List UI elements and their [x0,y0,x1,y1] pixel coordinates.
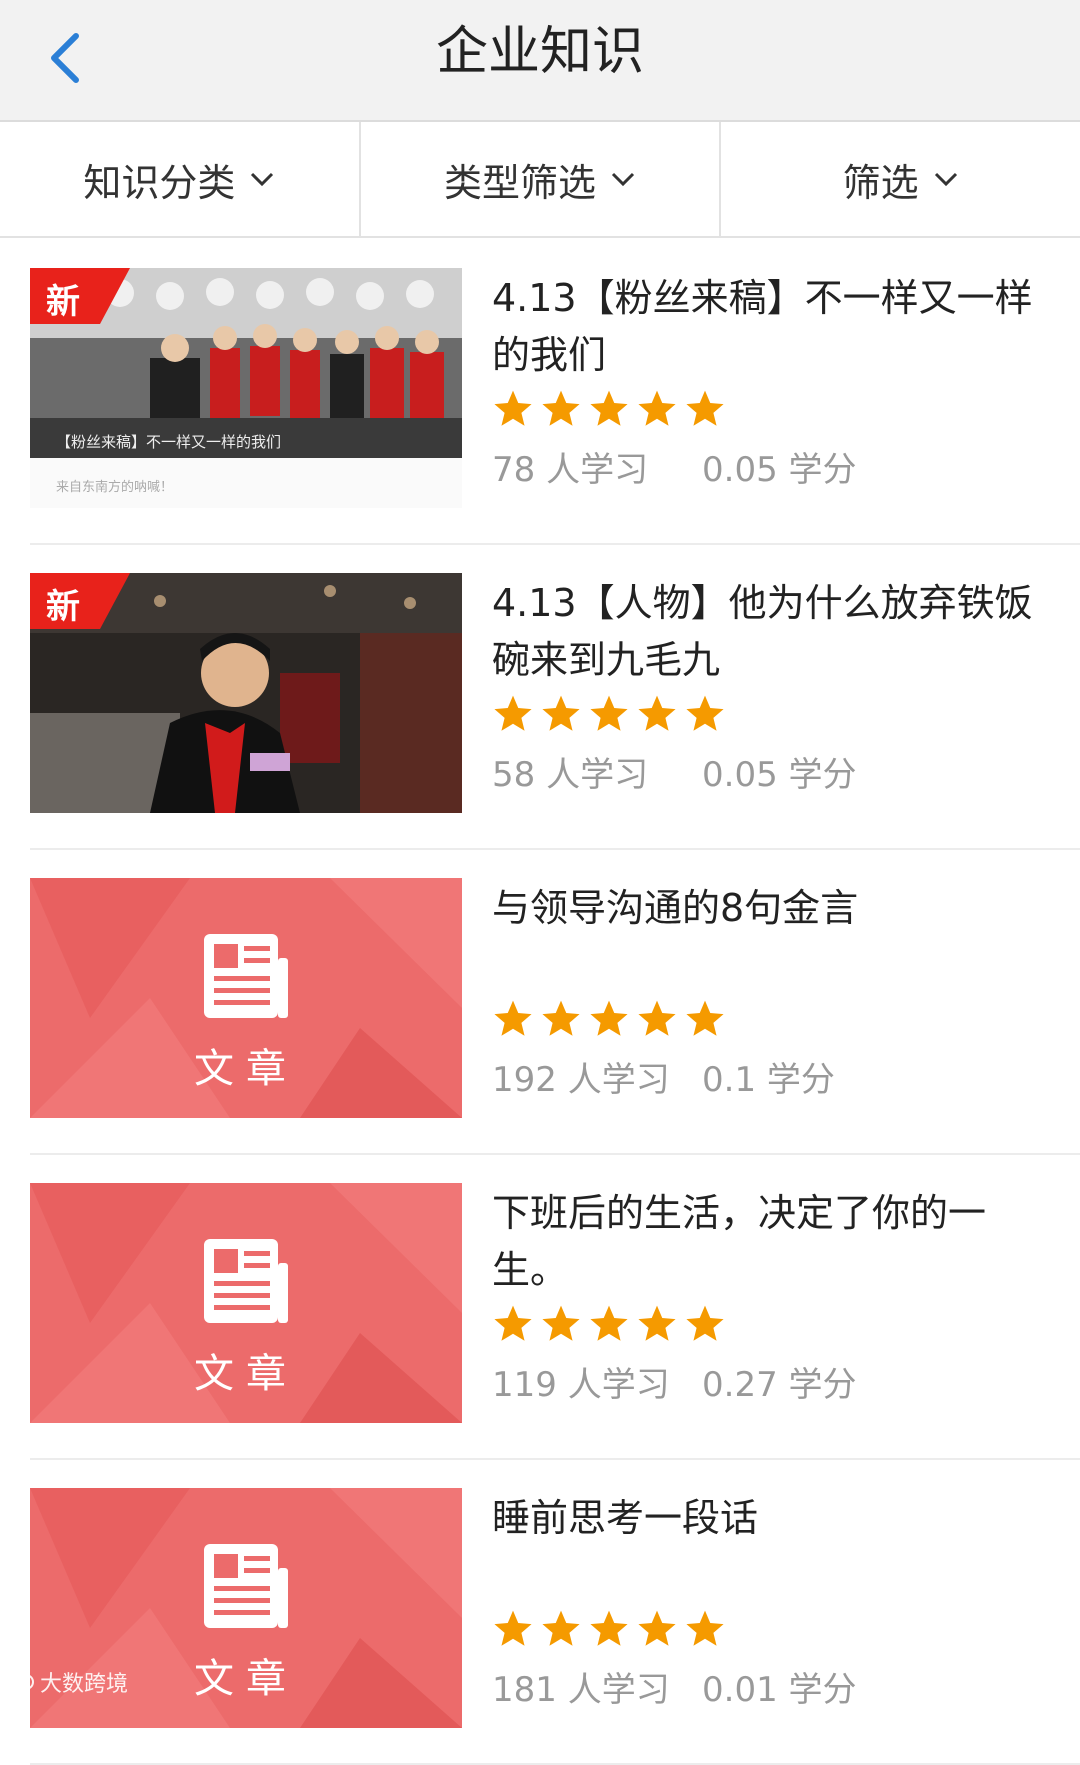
watermark: 大数跨境 [8,1666,128,1698]
item-title: 睡前思考一段话 [492,1496,759,1540]
filter-label: 筛选 [842,160,919,205]
star-icon [638,695,676,731]
newspaper-icon [204,1544,288,1628]
star-icon [494,390,532,426]
star-icon [686,695,724,731]
item-title: 下班后的生活，决定了你的一生。 [492,1191,987,1292]
learner-count: 119 人学习 [492,1365,670,1405]
thumbnail-photo: 【粉丝来稿】不一样又一样的我们 来自东南方的呐喊！ 新 [30,268,462,508]
item-title: 与领导沟通的8句金言 [492,886,859,930]
article-label: 文章 [194,1351,298,1397]
article-thumbnail: 文章 [30,878,462,1118]
star-icon [590,695,628,731]
star-icon [686,1000,724,1036]
star-icon [542,1000,580,1036]
article-thumbnail: 文章 [30,1183,462,1423]
credit-value: 0.01 学分 [702,1670,857,1710]
star-icon [542,390,580,426]
star-icon [494,1610,532,1646]
newspaper-icon [204,1239,288,1323]
star-icon [590,1305,628,1341]
thumb-subcaption: 来自东南方的呐喊！ [56,480,174,495]
new-badge: 新 [30,268,130,324]
watermark-logo-icon [8,1674,34,1690]
credit-value: 0.1 学分 [702,1060,835,1100]
filter-bar: 知识分类 类型筛选 筛选 [0,122,1080,238]
list-item[interactable]: 文章 睡前思考一段话 181 人学习 0.01 学分 [30,1458,1080,1765]
item-title: 4.13【人物】他为什么放弃铁饭碗来到九毛九 [492,581,1033,682]
thumbnail-photo: 新 [30,573,462,813]
learner-count: 78 人学习 [492,450,649,490]
star-icon [638,1305,676,1341]
filter-label: 类型筛选 [444,160,597,205]
star-icon [542,1305,580,1341]
credit-value: 0.05 学分 [702,450,857,490]
star-rating [492,693,1052,741]
learner-count: 181 人学习 [492,1670,670,1710]
star-icon [686,1610,724,1646]
filter-type[interactable]: 类型筛选 [361,122,722,236]
star-icon [590,390,628,426]
star-icon [638,390,676,426]
star-rating [492,1608,1052,1656]
star-icon [590,1000,628,1036]
filter-knowledge-category[interactable]: 知识分类 [0,122,361,236]
item-title: 4.13【粉丝来稿】不一样又一样的我们 [492,276,1033,377]
filter-more[interactable]: 筛选 [721,122,1080,236]
star-icon [542,1610,580,1646]
star-icon [590,1610,628,1646]
star-icon [638,1000,676,1036]
star-rating [492,998,1052,1046]
star-icon [686,390,724,426]
list-item[interactable]: 文章 与领导沟通的8句金言 192 人学习 0.1 学分 [30,848,1080,1155]
chevron-down-icon [611,172,635,187]
star-rating [492,388,1052,436]
thumb-caption: 【粉丝来稿】不一样又一样的我们 [56,433,282,451]
app-header: 企业知识 [0,0,1080,122]
star-icon [494,1305,532,1341]
list-item[interactable]: 新 4.13【人物】他为什么放弃铁饭碗来到九毛九 58 人学习 0.05 学分 [30,543,1080,850]
new-badge: 新 [30,573,130,629]
chevron-down-icon [934,172,957,187]
article-label: 文章 [194,1046,298,1092]
star-icon [494,1000,532,1036]
chevron-down-icon [251,172,274,187]
learner-count: 192 人学习 [492,1060,670,1100]
star-icon [686,1305,724,1341]
page-title: 企业知识 [435,22,644,82]
star-icon [494,695,532,731]
star-icon [542,695,580,731]
star-icon [638,1610,676,1646]
learner-count: 58 人学习 [492,755,649,795]
newspaper-icon [204,934,288,1018]
credit-value: 0.27 学分 [702,1365,857,1405]
watermark-text: 大数跨境 [40,1672,129,1697]
list-item[interactable]: 【粉丝来稿】不一样又一样的我们 来自东南方的呐喊！ 新 4.13【粉丝来稿】不一… [30,238,1080,545]
credit-value: 0.05 学分 [702,755,857,795]
star-rating [492,1303,1052,1351]
list-item[interactable]: 文章 下班后的生活，决定了你的一生。 119 人学习 0.27 学分 [30,1153,1080,1460]
filter-label: 知识分类 [83,160,236,205]
